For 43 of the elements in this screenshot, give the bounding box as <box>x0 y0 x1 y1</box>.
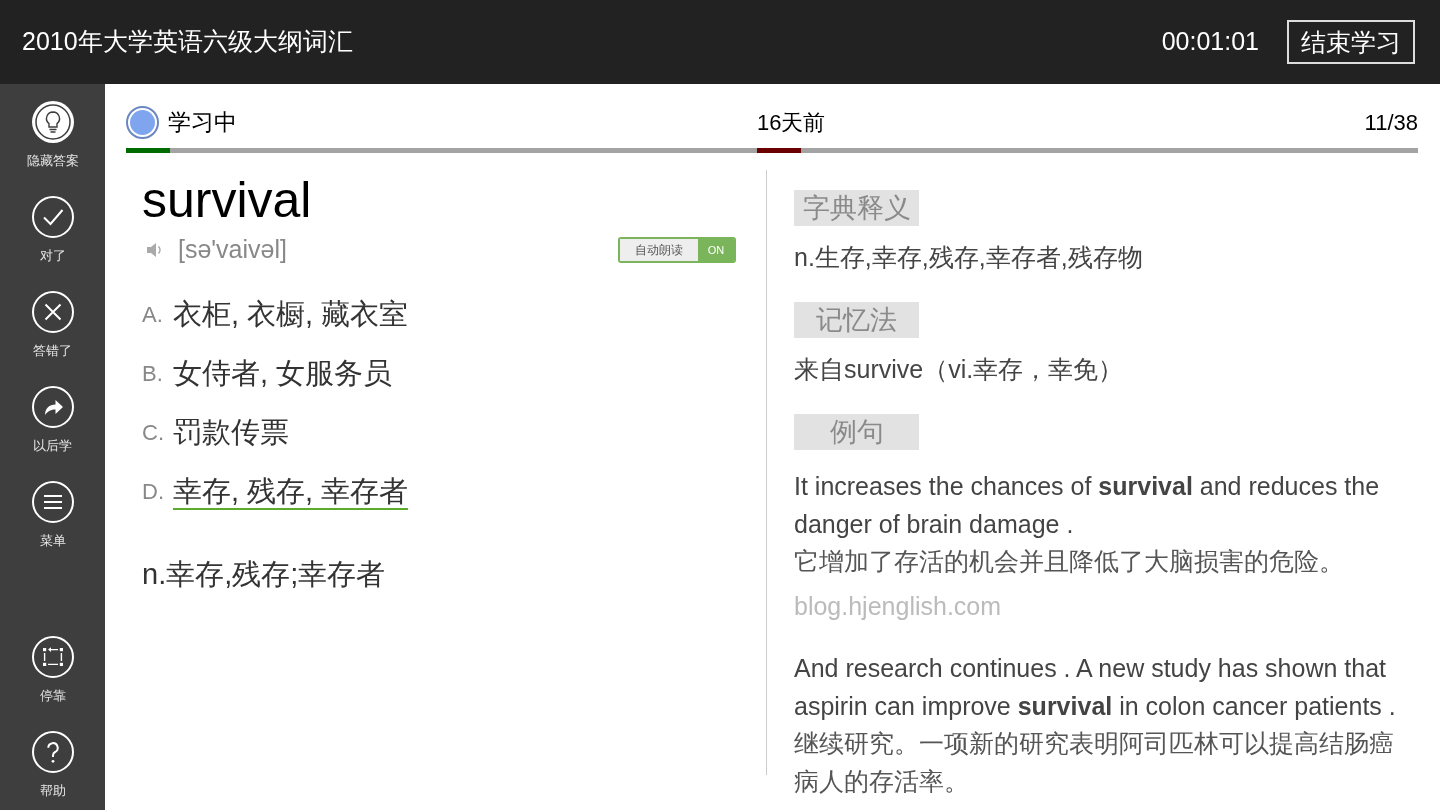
card-count: 11/38 <box>1364 108 1418 137</box>
dock-frame-icon <box>31 636 74 678</box>
status-dot-icon <box>126 105 159 139</box>
section-heading: 记忆法 <box>794 302 919 338</box>
status-label: 学习中 <box>168 107 237 137</box>
cross-icon <box>31 291 74 333</box>
sidebar-button[interactable]: 帮助 <box>0 731 105 799</box>
answer-definition: n.幸存,残存;幸存者 <box>142 557 386 591</box>
help-icon <box>31 731 74 773</box>
option-letter: D. <box>142 478 165 506</box>
sidebar-button[interactable]: 答错了 <box>0 291 105 359</box>
app-title: 2010年大学英语六级大纲词汇 <box>22 26 353 58</box>
sidebar-button[interactable]: 以后学 <box>0 386 105 454</box>
option-text[interactable]: 衣柜, 衣橱, 藏衣室 <box>173 296 409 333</box>
option-text[interactable]: 女侍者, 女服务员 <box>173 355 393 392</box>
option-letter: C. <box>142 419 165 447</box>
sidebar-button[interactable]: 停靠 <box>0 636 105 704</box>
section-heading: 字典释义 <box>794 190 919 226</box>
section-text: 来自survive（vi.幸存，幸免） <box>794 354 1124 384</box>
section-heading: 例句 <box>794 414 919 450</box>
option-letter: A. <box>142 301 164 329</box>
sidebar-button[interactable]: 菜单 <box>0 481 105 549</box>
phonetic: [sə'vaivəl] <box>178 234 287 266</box>
timer: 00:01:01 <box>1161 26 1259 58</box>
speaker-icon[interactable] <box>146 242 164 258</box>
end-study-button[interactable]: 结束学习 <box>1287 20 1415 64</box>
example-translation: 它增加了存活的机会并且降低了大脑损害的危险。 <box>794 546 1345 578</box>
auto-read-toggle[interactable]: 自动朗读 ON <box>618 237 736 263</box>
word-title: survival <box>142 175 312 225</box>
example-translation: 继续研究。一项新的研究表明阿司匹林可以提高结肠癌病人的存活率。 <box>794 728 1395 798</box>
sidebar-button[interactable]: 对了 <box>0 196 105 264</box>
time-label: 16天前 <box>757 108 826 137</box>
example-sentence: It increases the chances of survival and reduces the danger of brain damage . <box>794 471 1381 540</box>
example-source: blog.hjenglish.com <box>794 591 1002 622</box>
option-text[interactable]: 罚款传票 <box>173 414 289 451</box>
section-text: n.生存,幸存,残存,幸存者,残存物 <box>794 242 1143 272</box>
option-text[interactable]: 幸存, 残存, 幸存者 <box>173 473 409 510</box>
sidebar-button[interactable]: 隐藏答案 <box>0 101 105 169</box>
example-sentence: And research continues . A new study has shown that aspirin can improve survival in colon cancer patients . <box>794 653 1397 722</box>
menu-icon <box>31 481 74 523</box>
lightbulb-icon <box>31 101 74 143</box>
option-letter: B. <box>142 360 164 388</box>
checkmark-icon <box>31 196 74 238</box>
